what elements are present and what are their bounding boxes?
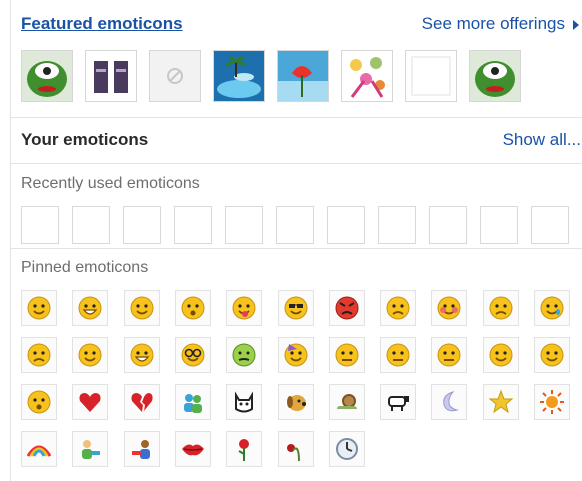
your-emoticons-title: Your emoticons	[21, 130, 149, 149]
see-more-label: See more offerings	[421, 14, 565, 33]
rose-icon[interactable]	[226, 431, 262, 467]
recent-emoticons	[21, 206, 581, 246]
green-monster-icon[interactable]	[21, 50, 73, 102]
featured-emoticons-link[interactable]: Featured emoticons	[21, 14, 183, 34]
big-grin-icon[interactable]	[72, 290, 108, 326]
divider	[11, 163, 582, 164]
moon-icon[interactable]	[431, 384, 467, 420]
surprised-icon[interactable]	[175, 290, 211, 326]
featured-header: Featured emoticons See more offerings	[21, 14, 581, 38]
star-icon[interactable]	[483, 384, 519, 420]
island-icon[interactable]	[213, 50, 265, 102]
recent-slot[interactable]	[225, 206, 263, 244]
sad-icon[interactable]	[483, 290, 519, 326]
divider	[11, 248, 582, 249]
eye-roll-icon[interactable]	[329, 337, 365, 373]
recent-slot[interactable]	[72, 206, 110, 244]
recent-title: Recently used emoticons	[21, 175, 200, 192]
smile-icon[interactable]	[21, 290, 57, 326]
recent-slot[interactable]	[327, 206, 365, 244]
sarcastic-icon[interactable]	[380, 337, 416, 373]
secret-icon[interactable]	[431, 337, 467, 373]
blank-icon[interactable]	[405, 50, 457, 102]
recent-slot[interactable]	[480, 206, 518, 244]
wink-icon[interactable]	[124, 290, 160, 326]
crying-icon[interactable]	[534, 290, 570, 326]
green-monster-icon[interactable]	[469, 50, 521, 102]
recent-slot[interactable]	[531, 206, 569, 244]
disappointed-icon[interactable]	[21, 337, 57, 373]
see-more-offerings-link[interactable]: See more offerings	[422, 14, 579, 34]
sheep-icon[interactable]	[380, 384, 416, 420]
dog-icon[interactable]	[278, 384, 314, 420]
thinking-icon[interactable]	[21, 384, 57, 420]
divider	[11, 117, 582, 118]
tiki-icon[interactable]	[85, 50, 137, 102]
recent-slot[interactable]	[429, 206, 467, 244]
heart-icon[interactable]	[72, 384, 108, 420]
starburst-flowers-icon[interactable]	[341, 50, 393, 102]
girl-hug-icon[interactable]	[124, 431, 160, 467]
placeholder-icon[interactable]	[149, 50, 201, 102]
grinning-teeth-icon[interactable]	[124, 337, 160, 373]
nerd-smile-icon[interactable]	[72, 337, 108, 373]
broken-heart-icon[interactable]	[124, 384, 160, 420]
chevron-right-icon	[573, 19, 579, 30]
show-all-link[interactable]: Show all...	[503, 130, 581, 150]
sun-icon[interactable]	[534, 384, 570, 420]
clock-icon[interactable]	[329, 431, 365, 467]
featured-packs	[21, 50, 581, 106]
friends-icon[interactable]	[175, 384, 211, 420]
party-icon[interactable]	[278, 337, 314, 373]
sunglasses-icon[interactable]	[278, 290, 314, 326]
wilted-rose-icon[interactable]	[278, 431, 314, 467]
recent-slot[interactable]	[378, 206, 416, 244]
emoticons-panel: Featured emoticons See more offerings Yo…	[10, 0, 582, 481]
recent-slot[interactable]	[123, 206, 161, 244]
pinned-title: Pinned emoticons	[21, 259, 149, 276]
annoyed-icon[interactable]	[534, 337, 570, 373]
snail-icon[interactable]	[329, 384, 365, 420]
lips-icon[interactable]	[175, 431, 211, 467]
flower-icon[interactable]	[277, 50, 329, 102]
sick-icon[interactable]	[226, 337, 262, 373]
angry-icon[interactable]	[329, 290, 365, 326]
cat-icon[interactable]	[226, 384, 262, 420]
rainbow-icon[interactable]	[21, 431, 57, 467]
dont-know-icon[interactable]	[483, 337, 519, 373]
tongue-out-icon[interactable]	[226, 290, 262, 326]
recent-slot[interactable]	[276, 206, 314, 244]
glasses-icon[interactable]	[175, 337, 211, 373]
confused-icon[interactable]	[380, 290, 416, 326]
recent-slot[interactable]	[21, 206, 59, 244]
boy-hug-icon[interactable]	[72, 431, 108, 467]
recent-slot[interactable]	[174, 206, 212, 244]
embarrassed-icon[interactable]	[431, 290, 467, 326]
